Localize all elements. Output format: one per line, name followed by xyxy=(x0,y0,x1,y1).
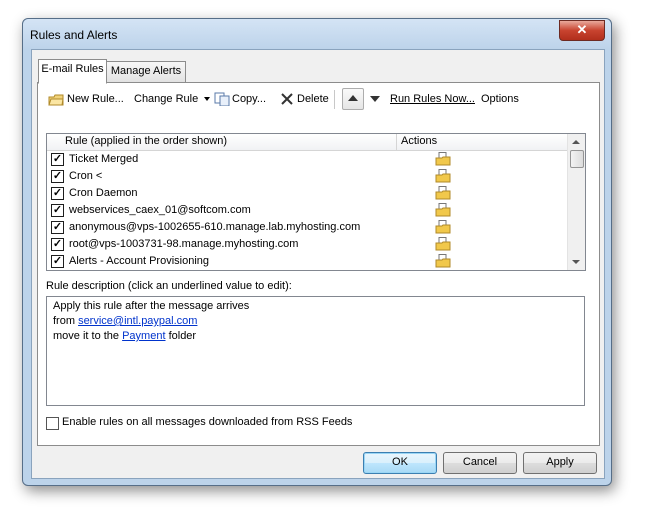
rule-description-label: Rule description (click an underlined va… xyxy=(46,280,292,292)
rule-enabled-checkbox[interactable]: ✓ xyxy=(51,255,64,268)
rules-list-header: Rule (applied in the order shown) Action… xyxy=(47,134,568,151)
move-to-folder-icon xyxy=(435,220,451,234)
rule-name: Cron Daemon xyxy=(69,187,138,199)
chevron-down-icon xyxy=(204,97,211,102)
delete-label: Delete xyxy=(297,93,329,105)
description-from-text: from xyxy=(53,315,79,327)
rule-name: webservices_caex_01@softcom.com xyxy=(69,204,251,216)
rule-enabled-checkbox[interactable]: ✓ xyxy=(51,238,64,251)
rule-row[interactable]: ✓ webservices_caex_01@softcom.com xyxy=(47,202,568,219)
new-rule-icon xyxy=(48,94,64,106)
tab-manage-alerts-label: Manage Alerts xyxy=(110,65,182,77)
scrollbar-thumb[interactable] xyxy=(570,150,584,168)
new-rule-label: New Rule... xyxy=(67,93,124,105)
column-header-rule[interactable]: Rule (applied in the order shown) xyxy=(65,135,227,147)
close-button[interactable]: ✕ xyxy=(559,20,605,41)
rules-and-alerts-dialog: Rules and Alerts ✕ E-mail Rules Manage A… xyxy=(22,18,612,486)
rules-list-scrollbar[interactable] xyxy=(567,134,585,270)
delete-icon xyxy=(281,93,293,105)
scroll-up-icon[interactable] xyxy=(572,140,580,144)
rule-row[interactable]: ✓ anonymous@vps-1002655-610.manage.lab.my… xyxy=(47,219,568,236)
rss-rules-checkbox[interactable] xyxy=(46,417,59,430)
rule-name: Alerts - Account Provisioning xyxy=(69,255,210,267)
move-up-button[interactable] xyxy=(342,88,364,110)
rule-row[interactable]: ✓ root@vps-1003731-98.manage.myhosting.co… xyxy=(47,236,568,253)
change-rule-button[interactable]: Change Rule xyxy=(134,91,211,107)
email-rules-panel: New Rule... Change Rule Copy... Delete R… xyxy=(37,82,600,446)
move-down-icon xyxy=(370,96,380,102)
rule-row[interactable]: ✓ Alerts - Account Provisioning xyxy=(47,253,568,270)
rule-enabled-checkbox[interactable]: ✓ xyxy=(51,153,64,166)
run-rules-now-button[interactable]: Run Rules Now... xyxy=(390,91,475,107)
title-bar[interactable]: Rules and Alerts ✕ xyxy=(23,19,611,49)
dialog-title: Rules and Alerts xyxy=(30,28,118,42)
rules-toolbar: New Rule... Change Rule Copy... Delete R… xyxy=(38,83,599,113)
rule-row[interactable]: ✓ Cron Daemon xyxy=(47,185,568,202)
apply-button[interactable]: Apply xyxy=(523,452,597,474)
rule-name: anonymous@vps-1002655-610.manage.lab.myh… xyxy=(69,221,361,233)
rule-row[interactable]: ✓ Cron < xyxy=(47,168,568,185)
move-to-folder-icon xyxy=(435,203,451,217)
rule-name: root@vps-1003731-98.manage.myhosting.com xyxy=(69,238,299,250)
ok-button[interactable]: OK xyxy=(363,452,437,474)
description-line-1: Apply this rule after the message arrive… xyxy=(53,300,250,312)
rules-list[interactable]: Rule (applied in the order shown) Action… xyxy=(46,133,586,271)
copy-icon xyxy=(214,92,230,106)
move-to-folder-icon xyxy=(435,237,451,251)
tab-manage-alerts[interactable]: Manage Alerts xyxy=(106,61,186,83)
toolbar-separator xyxy=(334,90,335,109)
move-to-folder-icon xyxy=(435,254,451,268)
tab-email-rules-label: E-mail Rules xyxy=(41,63,104,75)
tab-email-rules[interactable]: E-mail Rules xyxy=(38,59,107,84)
rule-enabled-checkbox[interactable]: ✓ xyxy=(51,187,64,200)
description-line-2: from service@intl.paypal.com xyxy=(53,315,197,327)
rss-rules-label: Enable rules on all messages downloaded … xyxy=(62,416,353,428)
rule-description-box: Apply this rule after the message arrive… xyxy=(46,296,585,406)
rule-name: Ticket Merged xyxy=(69,153,139,165)
options-button[interactable]: Options xyxy=(481,91,519,107)
folder-link[interactable]: Payment xyxy=(122,330,165,342)
description-move-text: move it to the xyxy=(53,330,123,342)
column-header-actions[interactable]: Actions xyxy=(401,135,437,147)
move-to-folder-icon xyxy=(435,169,451,183)
column-divider[interactable] xyxy=(396,134,397,150)
move-up-icon xyxy=(348,95,358,101)
rule-enabled-checkbox[interactable]: ✓ xyxy=(51,204,64,217)
rule-enabled-checkbox[interactable]: ✓ xyxy=(51,170,64,183)
move-to-folder-icon xyxy=(435,152,451,166)
cancel-button[interactable]: Cancel xyxy=(443,452,517,474)
scroll-down-icon[interactable] xyxy=(572,260,580,264)
sender-address-link[interactable]: service@intl.paypal.com xyxy=(78,315,197,327)
move-down-button[interactable] xyxy=(368,91,382,107)
move-to-folder-icon xyxy=(435,186,451,200)
rule-row[interactable]: ✓ Ticket Merged xyxy=(47,151,568,168)
description-folder-text: folder xyxy=(165,330,197,342)
close-icon: ✕ xyxy=(576,22,588,37)
description-line-3: move it to the Payment folder xyxy=(53,330,196,342)
copy-label: Copy... xyxy=(232,93,267,105)
rule-name: Cron < xyxy=(69,170,103,182)
dialog-client-area: E-mail Rules Manage Alerts New Rule... C… xyxy=(31,49,605,479)
change-rule-label: Change Rule xyxy=(134,93,199,105)
rule-enabled-checkbox[interactable]: ✓ xyxy=(51,221,64,234)
